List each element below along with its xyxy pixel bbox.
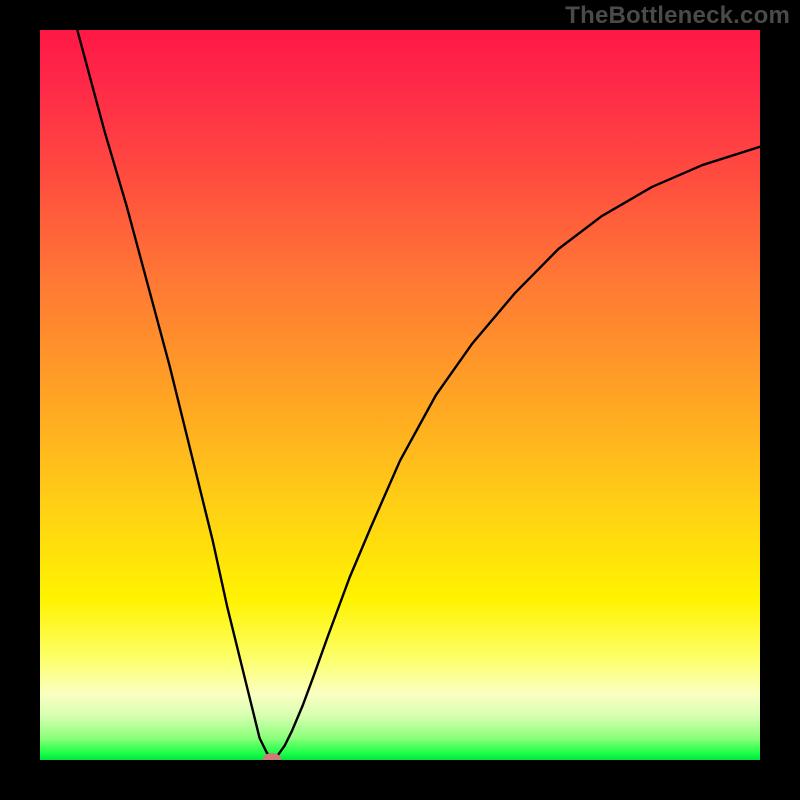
bottleneck-curve (40, 30, 760, 759)
curve-svg (40, 30, 760, 760)
watermark-text: TheBottleneck.com (565, 2, 790, 30)
plot-area (40, 30, 760, 760)
chart-frame: TheBottleneck.com (0, 0, 800, 800)
optimal-marker (263, 753, 281, 760)
